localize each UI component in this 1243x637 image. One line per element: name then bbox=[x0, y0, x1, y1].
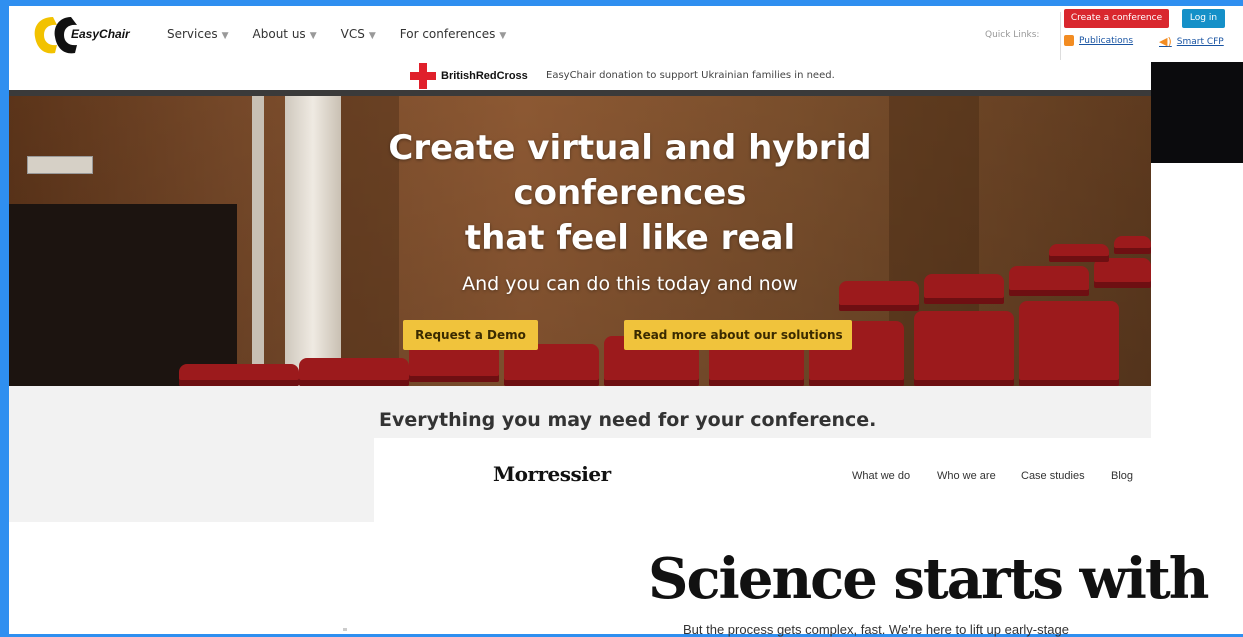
caret-down-icon: ▼ bbox=[221, 31, 229, 41]
caret-down-icon: ▼ bbox=[368, 31, 376, 41]
auditorium-seat bbox=[299, 358, 409, 386]
easychair-header: EasyChair Services ▼ About us ▼ VCS ▼ For c… bbox=[9, 6, 1243, 62]
megaphone-icon: ◀) bbox=[1159, 35, 1172, 48]
main-nav: Services ▼ About us ▼ VCS ▼ For conferences… bbox=[167, 27, 530, 41]
morressier-nav-case-studies[interactable]: Case studies bbox=[1021, 470, 1085, 482]
read-more-solutions-button[interactable]: Read more about our solutions bbox=[624, 320, 852, 350]
caret-down-icon: ▼ bbox=[499, 31, 507, 41]
nav-about-us[interactable]: About us ▼ bbox=[253, 27, 317, 41]
request-demo-button[interactable]: Request a Demo bbox=[403, 320, 538, 350]
hero-title-line: Create virtual and hybrid bbox=[388, 128, 872, 168]
morressier-nav-who-we-are[interactable]: Who we are bbox=[937, 470, 996, 482]
morressier-nav-what-we-do[interactable]: What we do bbox=[852, 470, 910, 482]
hero-title-line: that feel like real bbox=[464, 218, 796, 258]
section-heading: Everything you may need for your confere… bbox=[379, 409, 877, 431]
dark-panel bbox=[1151, 62, 1243, 163]
auditorium-seat bbox=[504, 344, 599, 386]
hero-title: Create virtual and hybrid conferences th… bbox=[9, 126, 1151, 261]
donation-message[interactable]: EasyChair donation to support Ukrainian … bbox=[546, 70, 835, 81]
logo-text: EasyChair bbox=[71, 27, 130, 41]
quick-links-label: Quick Links: bbox=[985, 30, 1040, 40]
auditorium-seat bbox=[914, 311, 1014, 386]
auditorium-seat bbox=[1019, 301, 1119, 386]
nav-vcs[interactable]: VCS ▼ bbox=[341, 27, 376, 41]
header-divider bbox=[1060, 12, 1061, 60]
hero-subtitle: And you can do this today and now bbox=[462, 273, 798, 295]
publications-icon bbox=[1064, 35, 1074, 46]
morressier-logo[interactable]: Morressier bbox=[493, 462, 611, 486]
hero-title-line: conferences bbox=[513, 173, 747, 213]
caret-down-icon: ▼ bbox=[309, 31, 317, 41]
morressier-headline: Science starts with bbox=[648, 546, 1210, 612]
easychair-logo[interactable]: EasyChair bbox=[31, 13, 141, 57]
nav-services[interactable]: Services ▼ bbox=[167, 27, 229, 41]
auditorium-seat bbox=[179, 364, 299, 386]
red-cross-icon bbox=[410, 63, 436, 89]
create-conference-button[interactable]: Create a conference bbox=[1064, 9, 1169, 28]
morressier-nav-blog[interactable]: Blog bbox=[1111, 470, 1133, 482]
publications-link[interactable]: Publications bbox=[1064, 35, 1133, 46]
smart-cfp-label: Smart CFP bbox=[1176, 36, 1224, 47]
hero-banner: Create virtual and hybrid conferences th… bbox=[9, 96, 1151, 386]
login-button[interactable]: Log in bbox=[1182, 9, 1225, 28]
nav-for-conferences[interactable]: For conferences ▼ bbox=[400, 27, 507, 41]
donation-banner[interactable]: BritishRedCross EasyChair donation to su… bbox=[9, 62, 1151, 90]
british-red-cross-logo: BritishRedCross bbox=[441, 70, 528, 82]
decorative-mark bbox=[343, 628, 347, 631]
smart-cfp-link[interactable]: ◀) Smart CFP bbox=[1159, 35, 1224, 48]
publications-label: Publications bbox=[1079, 35, 1134, 46]
morressier-subline: But the process gets complex, fast. We'r… bbox=[683, 622, 1069, 637]
